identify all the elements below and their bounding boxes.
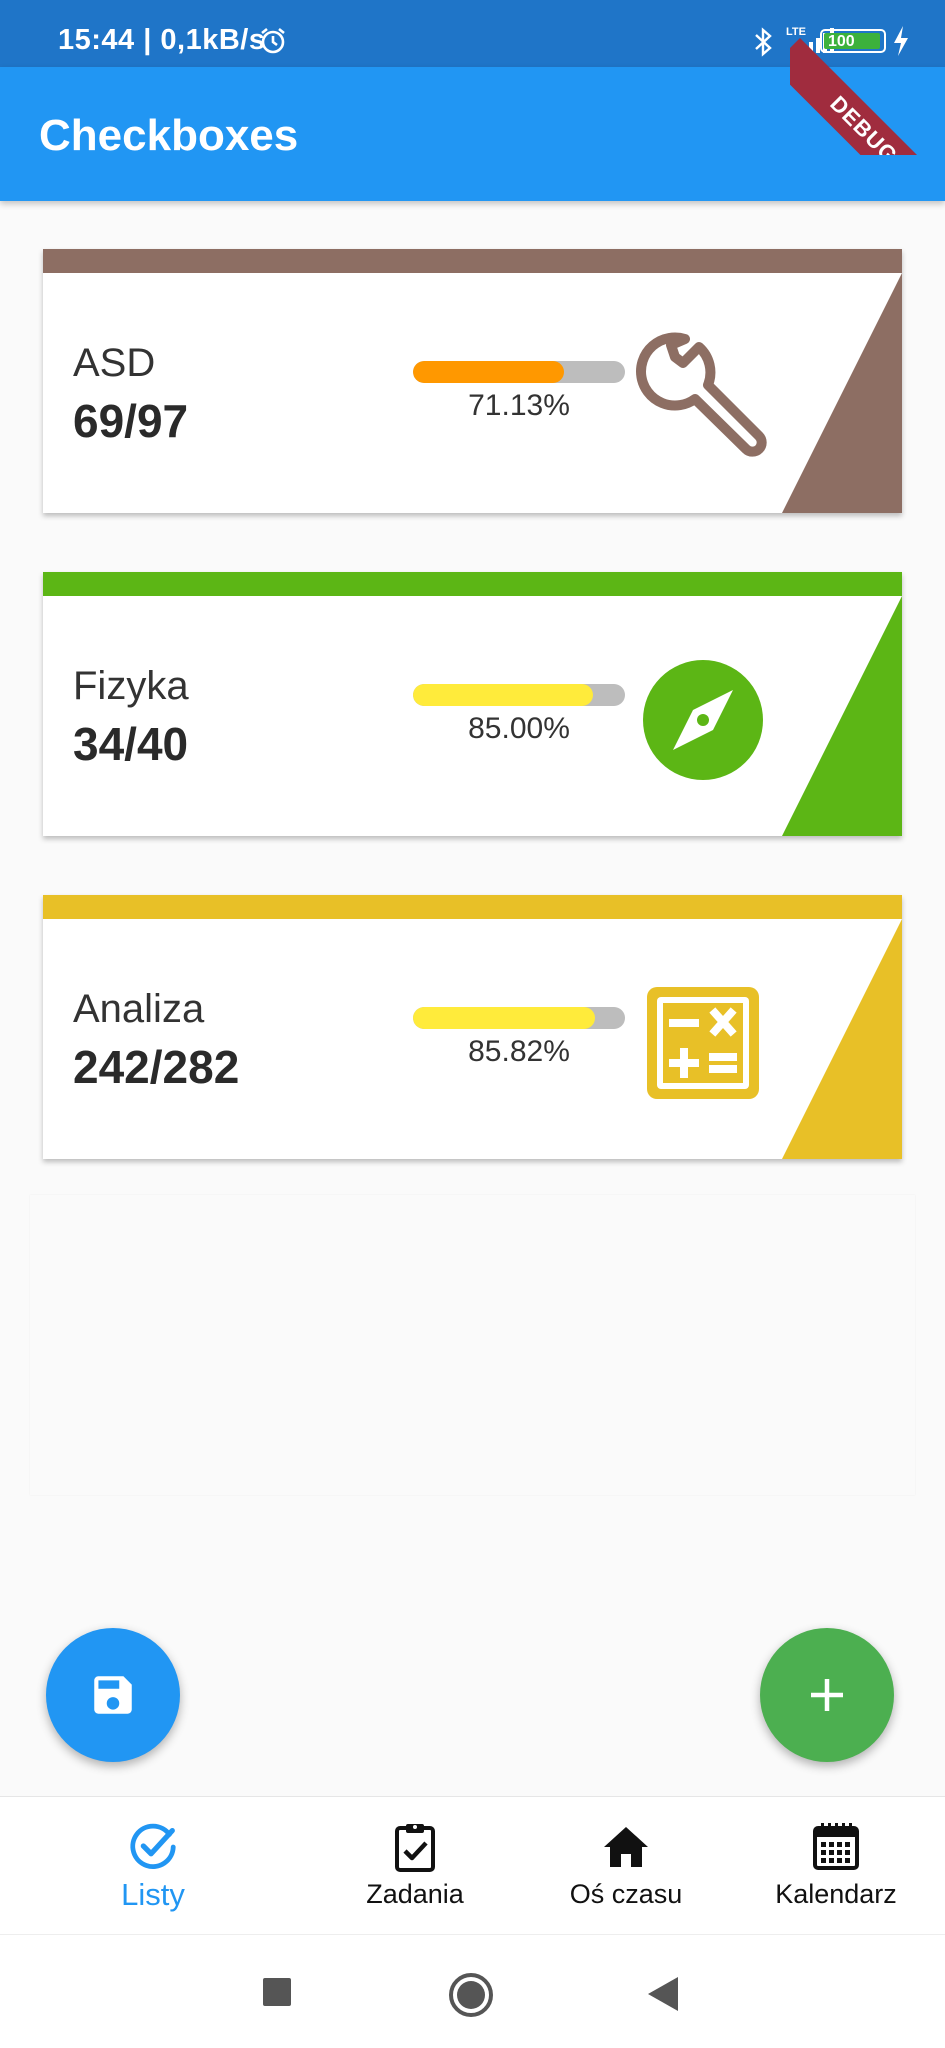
add-icon [811,1679,843,1711]
status-icons: LTE 100 [752,24,932,60]
nav-label: Oś czasu [569,1879,683,1909]
check-circle-icon [130,1823,176,1869]
app-bar: Checkboxes [0,67,945,201]
progress-percent: 85.00% [468,712,570,745]
bluetooth-icon [755,27,772,57]
list-count: 34/40 [73,718,189,770]
battery-level: 100 [828,33,855,50]
wrench-icon [636,332,767,457]
clipboard-check-icon [395,1824,435,1872]
progress-percent: 71.13% [468,389,570,422]
calculator-icon [647,987,759,1099]
status-time: 15:44 | 0,1kB/s [58,24,266,56]
home-button-icon[interactable] [448,1972,494,2018]
empty-card [30,1195,915,1495]
nav-label: Zadania [366,1879,464,1909]
list-count: 69/97 [73,395,189,447]
save-icon [94,1676,132,1714]
alarm-icon [261,27,285,54]
add-list-button[interactable] [760,1628,894,1762]
save-button[interactable] [46,1628,180,1762]
list-card[interactable]: Fizyka 34/40 85.00% [43,572,902,836]
recent-apps-icon[interactable] [263,1978,291,2006]
list-card[interactable]: Analiza 242/282 85.82% [43,895,902,1159]
page-title: Checkboxes [39,111,299,160]
list-count: 242/282 [73,1041,240,1093]
calendar-icon [813,1823,859,1870]
nav-label: Listy [121,1877,185,1912]
list-name: Fizyka [73,664,189,708]
battery-icon: 100 [820,29,886,53]
list-name: ASD [73,341,156,385]
charging-icon [894,26,908,56]
progress-bar [413,684,625,706]
progress-bar [413,1007,625,1029]
progress-bar [413,361,625,383]
home-icon [604,1827,648,1867]
system-navigation [0,1934,945,2048]
back-icon[interactable] [648,1977,680,2011]
nav-item-listy[interactable]: Listy [88,1797,218,1935]
list-name: Analiza [73,987,205,1031]
status-bar: 15:44 | 0,1kB/s LTE 100 [0,0,945,67]
compass-icon [643,660,763,780]
bottom-navigation: Listy Zadania Oś czasu Kalendarz [0,1796,945,1934]
list-card[interactable]: ASD 69/97 71.13% [43,249,902,513]
nav-label: Kalendarz [775,1879,897,1909]
nav-item-kalendarz[interactable]: Kalendarz [760,1797,912,1935]
progress-percent: 85.82% [468,1035,570,1068]
nav-item-os-czasu[interactable]: Oś czasu [540,1797,712,1935]
nav-item-zadania[interactable]: Zadania [345,1797,485,1935]
